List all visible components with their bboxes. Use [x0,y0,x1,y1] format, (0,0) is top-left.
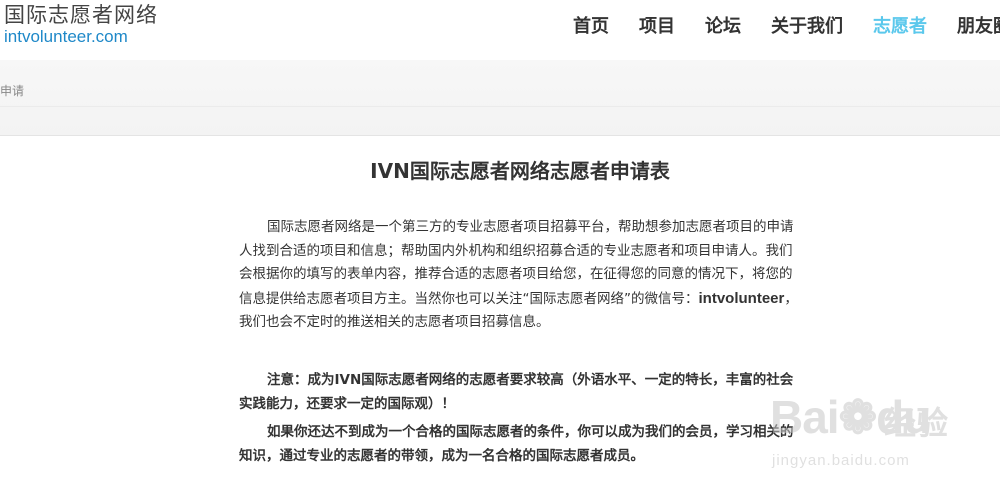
logo-domain: intvolunteer.com [4,27,128,46]
page-title: IVN国际志愿者网络志愿者申请表 [370,159,670,183]
notice-section: 注意：成为IVN国际志愿者网络的志愿者要求较高（外语水平、一定的特长，丰富的社会… [239,369,802,473]
intro-section: 国际志愿者网络是一个第三方的专业志愿者项目招募平台，帮助想参加志愿者项目的申请人… [239,216,802,335]
watermark-label: 经验 [884,404,949,442]
intro-paragraph: 国际志愿者网络是一个第三方的专业志愿者项目招募平台，帮助想参加志愿者项目的申请人… [239,216,802,335]
baidu-jingyan-watermark: Bai❁du 经验 jingyan.baidu.com [770,388,970,488]
site-logo[interactable]: 国际志愿者网络 intvolunteer.com [4,2,158,46]
nav-projects[interactable]: 项目 [639,16,675,38]
breadcrumb-band: 申请 [0,60,1000,136]
page: 国际志愿者网络 intvolunteer.com 首页 项目 论坛 关于我们 志… [0,0,1000,499]
notice-membership: 如果你还达不到成为一个合格的国际志愿者的条件，你可以成为我们的会员，学习相关的知… [239,424,794,464]
nav-forum[interactable]: 论坛 [705,16,741,38]
divider [0,106,1000,107]
nav-friends[interactable]: 朋友圈 [957,16,1000,38]
nav-home[interactable]: 首页 [573,16,609,38]
nav-volunteer[interactable]: 志愿者 [873,16,927,38]
watermark-url: jingyan.baidu.com [772,452,910,469]
site-header: 国际志愿者网络 intvolunteer.com 首页 项目 论坛 关于我们 志… [0,0,1000,60]
nav-about[interactable]: 关于我们 [771,16,843,38]
wechat-id: intvolunteer [698,289,785,307]
notice-requirements: 注意：成为IVN国际志愿者网络的志愿者要求较高（外语水平、一定的特长，丰富的社会… [239,372,794,412]
logo-chinese-name: 国际志愿者网络 [4,3,158,27]
main-nav: 首页 项目 论坛 关于我们 志愿者 朋友圈 [573,16,1000,38]
breadcrumb: 申请 [0,84,25,98]
